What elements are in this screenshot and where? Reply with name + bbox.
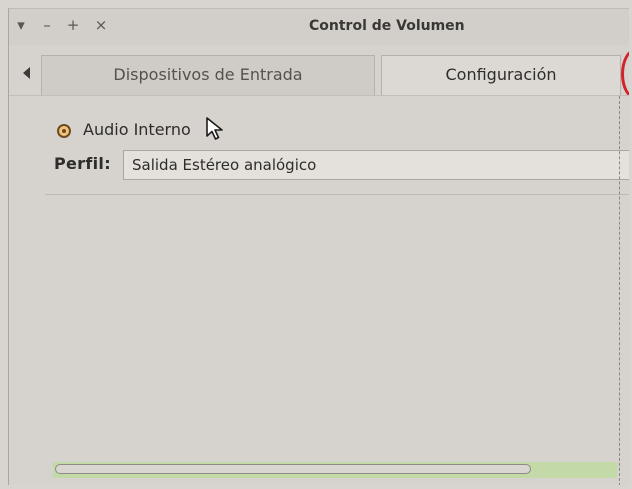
volume-control-window: ▾ – + × Control de Volumen Dispositivos … — [8, 8, 629, 485]
divider — [45, 194, 629, 195]
chevron-left-icon[interactable] — [23, 67, 30, 79]
window-title: Control de Volumen — [309, 18, 465, 34]
scrollbar-thumb[interactable] — [55, 464, 531, 474]
tab-bar: Dispositivos de Entrada Configuración — [9, 55, 629, 95]
close-button[interactable]: × — [93, 17, 109, 33]
dashed-edge-divider — [619, 96, 620, 485]
profile-label: Perfil: — [54, 154, 111, 173]
tab-configuration[interactable]: Configuración — [381, 55, 621, 95]
title-bar[interactable]: ▾ – + × Control de Volumen — [9, 9, 629, 45]
tab-input-devices[interactable]: Dispositivos de Entrada — [41, 55, 375, 95]
profile-value: Salida Estéreo analógico — [132, 156, 317, 174]
configuration-panel: Audio Interno Perfil: Salida Estéreo ana… — [9, 95, 629, 485]
device-radio-button[interactable] — [57, 124, 71, 138]
device-label[interactable]: Audio Interno — [83, 120, 191, 139]
window-menu-icon[interactable]: ▾ — [13, 17, 29, 33]
minimize-button[interactable]: – — [39, 17, 55, 33]
maximize-button[interactable]: + — [65, 17, 81, 33]
empty-content-area — [9, 196, 629, 446]
horizontal-scrollbar[interactable] — [53, 462, 617, 478]
mouse-cursor-icon — [206, 117, 223, 140]
profile-select[interactable]: Salida Estéreo analógico — [123, 150, 629, 180]
